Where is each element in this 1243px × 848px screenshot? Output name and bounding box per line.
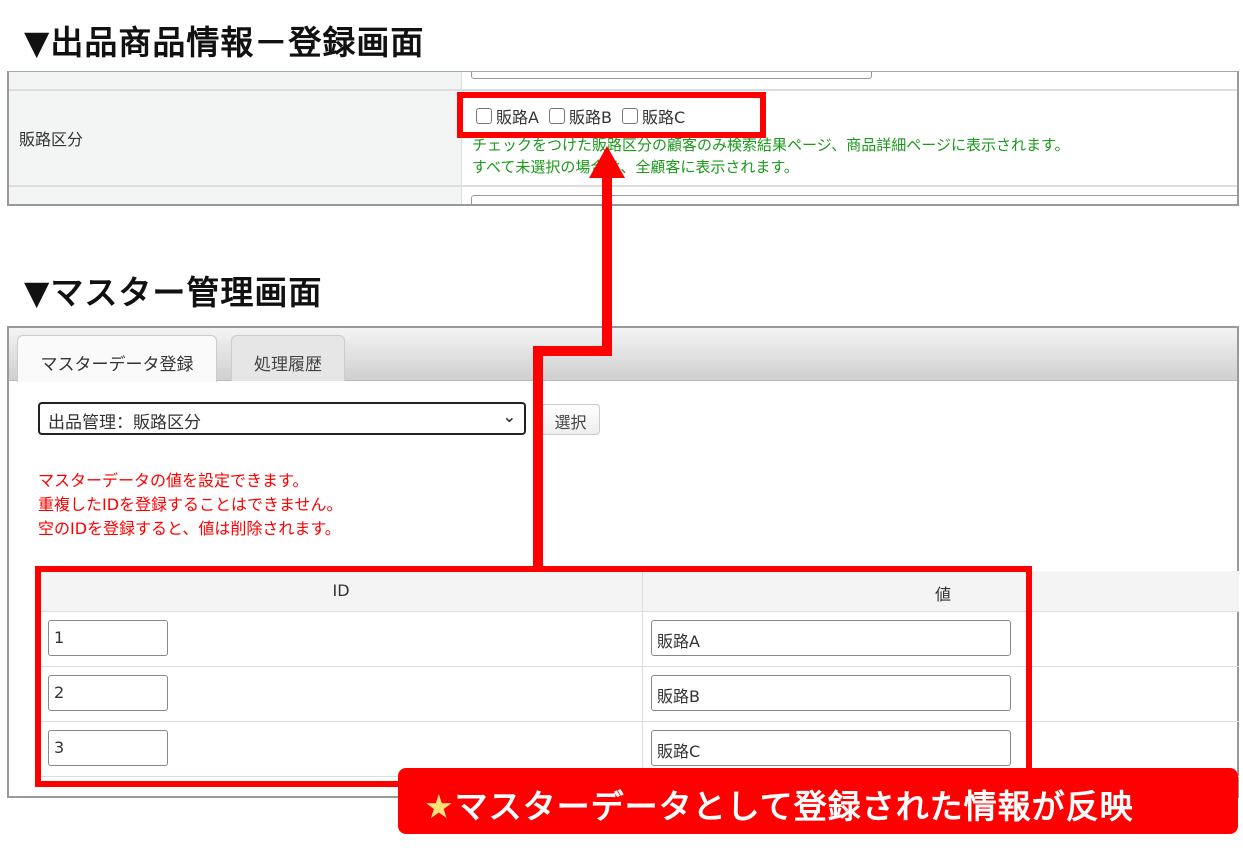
callout-banner: ★マスターデータとして登録された情報が反映 <box>398 768 1238 834</box>
connector-arrow <box>533 146 625 570</box>
arrow-line <box>533 172 612 570</box>
arrow-head-icon <box>589 146 625 178</box>
star-icon: ★ <box>424 787 455 826</box>
callout-text: マスターデータとして登録された情報が反映 <box>454 787 1134 826</box>
